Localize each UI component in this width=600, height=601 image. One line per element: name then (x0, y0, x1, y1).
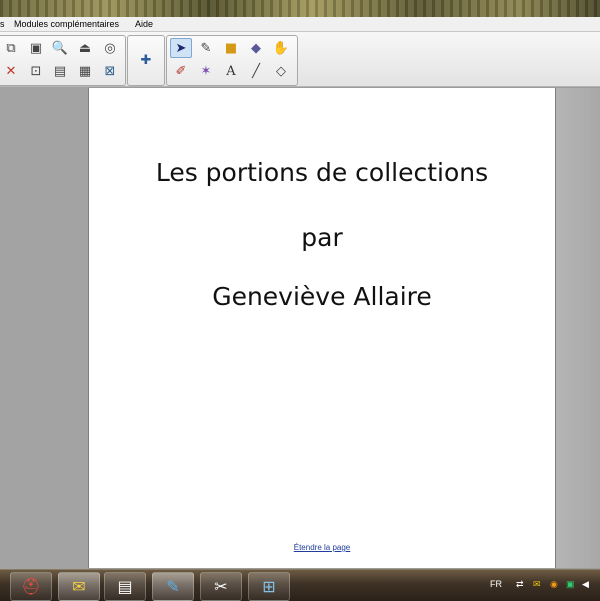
presentation-icon[interactable]: ▤ (104, 572, 146, 601)
left-margin (0, 87, 88, 569)
toolbar-group-addons: ✚ (127, 35, 165, 86)
menu-item-help[interactable]: Aide (135, 19, 153, 29)
menu-bar: s Modules complémentaires Aide (0, 17, 600, 32)
toolbar: ⧉ ▣ 🔍 ⏏ ◎ ✕ ⊡ ▤ ▦ ⊠ ✚ ➤ ✎ ■ ◆ ✋ ✐ ✶ A ╱ … (0, 32, 600, 87)
security-icon[interactable]: ▣ (566, 579, 575, 590)
eraser-tool-icon[interactable]: ◇ (270, 61, 292, 81)
volume-icon[interactable]: ◀ (582, 579, 589, 590)
page-title: Les portions de collections (155, 158, 489, 187)
page-author: Geneviève Allaire (212, 282, 432, 311)
acrobat-icon[interactable]: ⛑ (10, 572, 52, 601)
delete-icon[interactable]: ✕ (0, 61, 22, 81)
text-icon[interactable]: A (220, 61, 242, 81)
menu-item-partial[interactable]: s (0, 19, 5, 29)
system-tray: FR ⇄ ✉ ◉ ▣ ◀ (490, 570, 600, 601)
network-icon[interactable]: ⇄ (516, 579, 524, 590)
outlook-icon[interactable]: ✉ (58, 572, 100, 601)
network-app-icon[interactable]: ⊞ (248, 572, 290, 601)
copy-page-icon[interactable]: ⧉ (0, 38, 22, 58)
desktop-background-strip (0, 0, 600, 17)
screen-capture-icon[interactable]: ▣ (25, 38, 47, 58)
smart-notebook-icon[interactable]: ✎ (152, 572, 194, 601)
menu-item-addons[interactable]: Modules complémentaires (14, 19, 119, 29)
add-on-puzzle-icon[interactable]: ✚ (135, 50, 157, 70)
spotlight-icon[interactable]: ◎ (99, 38, 121, 58)
magnifier-icon[interactable]: 🔍 (49, 38, 71, 58)
notification-icon[interactable]: ◉ (550, 579, 558, 590)
language-indicator[interactable]: FR (490, 579, 502, 589)
fill-icon[interactable]: ✋ (270, 38, 292, 58)
page-by-line: par (301, 223, 343, 252)
display-icon[interactable]: ▤ (49, 61, 71, 81)
pen-icon[interactable]: ✎ (195, 38, 217, 58)
select-arrow-icon[interactable]: ➤ (170, 38, 192, 58)
recorder-icon[interactable]: ⏏ (74, 38, 96, 58)
toolbar-group-utilities: ⧉ ▣ 🔍 ⏏ ◎ ✕ ⊡ ▤ ▦ ⊠ (0, 35, 126, 86)
creative-pens-icon[interactable]: ✐ (170, 61, 192, 81)
toolbar-group-tools: ➤ ✎ ■ ◆ ✋ ✐ ✶ A ╱ ◇ (166, 35, 298, 86)
screen-shade-icon[interactable]: ⊡ (25, 61, 47, 81)
side-panel-collapsed[interactable] (556, 88, 600, 568)
magic-pen-icon[interactable]: ✶ (195, 61, 217, 81)
close-box-icon[interactable]: ⊠ (99, 61, 121, 81)
shapes-icon[interactable]: ■ (220, 38, 242, 58)
table-icon[interactable]: ▦ (74, 61, 96, 81)
extend-page-link[interactable]: Étendre la page (89, 543, 555, 552)
tools-icon[interactable]: ✂ (200, 572, 242, 601)
notebook-page[interactable]: Les portions de collections par Genevièv… (88, 88, 556, 568)
taskbar: ⛑ ✉ ▤ ✎ ✂ ⊞ FR ⇄ ✉ ◉ ▣ ◀ (0, 569, 600, 601)
line-icon[interactable]: ╱ (245, 61, 267, 81)
eraser-icon[interactable]: ◆ (245, 38, 267, 58)
mail-icon[interactable]: ✉ (533, 579, 541, 590)
